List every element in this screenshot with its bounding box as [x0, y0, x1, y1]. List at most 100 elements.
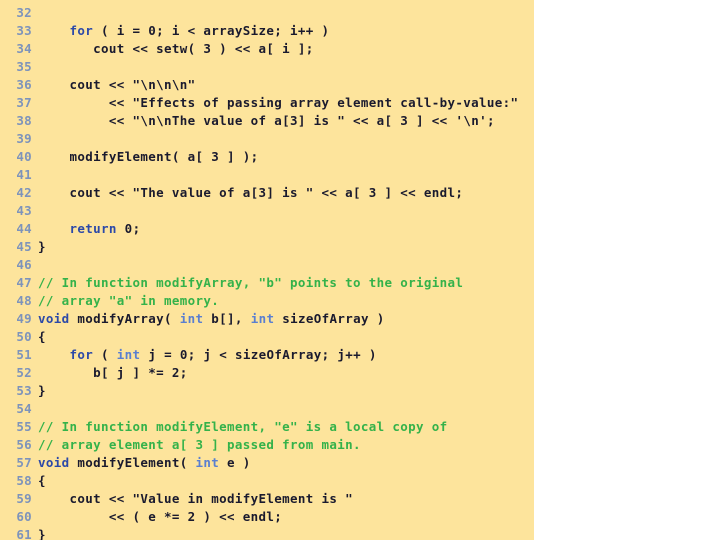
line-number: 34 — [16, 41, 32, 56]
line-code: cout << "The value of a[3] is " << a[ 3 … — [38, 184, 463, 202]
token-type: int — [250, 311, 275, 326]
code-line[interactable]: 32 — [8, 4, 528, 22]
code-line[interactable]: 50 { — [8, 328, 528, 346]
code-line[interactable]: 41 — [8, 166, 528, 184]
line-number: 35 — [16, 59, 32, 74]
token-plain: << a[ 3 ] << endl; — [313, 185, 464, 200]
code-line[interactable]: 60 << ( e *= 2 ) << endl; — [8, 508, 528, 526]
token-plain: ( i = 0; i < arraySize; i++ ) — [93, 23, 330, 38]
line-code: void modifyArray( int b[], int sizeOfArr… — [38, 310, 385, 328]
code-line[interactable]: 53} — [8, 382, 528, 400]
token-num: 0 — [124, 221, 133, 236]
code-line[interactable]: 38 << "\n\nThe value of a[3] is " << a[ … — [8, 112, 528, 130]
line-number: 45 — [16, 239, 32, 254]
code-line[interactable]: 58 { — [8, 472, 528, 490]
code-line[interactable]: 46 — [8, 256, 528, 274]
token-plain: ; — [132, 221, 141, 236]
line-code: << "Effects of passing array element cal… — [38, 94, 518, 112]
token-plain: cout << — [38, 185, 133, 200]
line-code: << ( e *= 2 ) << endl; — [38, 508, 282, 526]
line-code: // array element a[ 3 ] passed from main… — [38, 436, 361, 454]
line-code: cout << setw( 3 ) << a[ i ]; — [38, 40, 314, 58]
line-number: 61 — [16, 527, 32, 540]
code-lines-container: 32 33 for ( i = 0; i < arraySize; i++ ) 34… — [8, 4, 528, 540]
line-number: 36 — [16, 77, 32, 92]
code-line[interactable]: 34 cout << setw( 3 ) << a[ i ]; — [8, 40, 528, 58]
line-code: { — [38, 472, 46, 490]
token-plain: ( — [93, 347, 117, 362]
line-code: modifyElement( a[ 3 ] ); — [38, 148, 259, 166]
token-plain: } — [38, 383, 46, 398]
code-line[interactable]: 40 modifyElement( a[ 3 ] ); — [8, 148, 528, 166]
token-plain: << ( e *= 2 ) << endl; — [38, 509, 283, 524]
line-number: 40 — [16, 149, 32, 164]
line-number: 54 — [16, 401, 32, 416]
token-plain: modifyElement( a[ 3 ] ); — [38, 149, 259, 164]
code-line[interactable]: 56 // array element a[ 3 ] passed from ma… — [8, 436, 528, 454]
code-line[interactable]: 44 return 0; — [8, 220, 528, 238]
code-panel: 32 33 for ( i = 0; i < arraySize; i++ ) 34… — [0, 0, 534, 540]
code-line[interactable]: 52 b[ j ] *= 2; — [8, 364, 528, 382]
token-kw: for — [69, 347, 94, 362]
token-kw: void — [38, 455, 70, 470]
token-kw: for — [69, 23, 94, 38]
line-number: 60 — [16, 509, 32, 524]
line-code: cout << "\n\n\n" — [38, 76, 196, 94]
line-code: cout << "Value in modifyElement is " — [38, 490, 353, 508]
code-line[interactable]: 39 — [8, 130, 528, 148]
code-line[interactable]: 61} — [8, 526, 528, 540]
token-plain: ; — [486, 113, 495, 128]
token-plain: } — [38, 239, 46, 254]
token-plain: { — [38, 473, 46, 488]
token-plain: { — [38, 329, 46, 344]
code-line[interactable]: 48 // array "a" in memory. — [8, 292, 528, 310]
token-str: "Value in modifyElement is " — [132, 491, 354, 506]
token-str: "\n\nThe value of a[3] is " — [132, 113, 346, 128]
token-plain: b[], — [203, 311, 251, 326]
code-line[interactable]: 54 — [8, 400, 528, 418]
code-line[interactable]: 36 cout << "\n\n\n" — [8, 76, 528, 94]
code-line[interactable]: 59 cout << "Value in modifyElement is " — [8, 490, 528, 508]
line-code: // In function modifyArray, "b" points t… — [38, 274, 463, 292]
code-line[interactable]: 43 — [8, 202, 528, 220]
token-plain: j = 0; j < sizeOfArray; j++ ) — [140, 347, 377, 362]
token-plain: << — [38, 113, 133, 128]
line-number: 59 — [16, 491, 32, 506]
line-number: 43 — [16, 203, 32, 218]
line-number: 58 — [16, 473, 32, 488]
line-number: 56 — [16, 437, 32, 452]
code-listing-page: 32 33 for ( i = 0; i < arraySize; i++ ) 34… — [0, 0, 720, 540]
code-line[interactable]: 51 for ( int j = 0; j < sizeOfArray; j++… — [8, 346, 528, 364]
token-comment: // In function modifyArray, "b" points t… — [38, 275, 464, 290]
line-code: for ( i = 0; i < arraySize; i++ ) — [38, 22, 330, 40]
code-line[interactable]: 42 cout << "The value of a[3] is " << a[… — [8, 184, 528, 202]
code-line[interactable]: 55 // In function modifyElement, "e" is a… — [8, 418, 528, 436]
token-str: "The value of a[3] is " — [132, 185, 314, 200]
line-code: } — [38, 382, 46, 400]
token-kw: return — [69, 221, 117, 236]
token-plain: cout << — [38, 491, 133, 506]
token-plain: modifyArray( — [69, 311, 180, 326]
code-line[interactable]: 33 for ( i = 0; i < arraySize; i++ ) — [8, 22, 528, 40]
code-line[interactable]: 57 void modifyElement( int e ) — [8, 454, 528, 472]
token-comment: // array element a[ 3 ] passed from main… — [38, 437, 361, 452]
line-number: 48 — [16, 293, 32, 308]
code-line[interactable]: 35 — [8, 58, 528, 76]
token-plain: cout << — [38, 77, 133, 92]
code-line[interactable]: 47 // In function modifyArray, "b" points… — [8, 274, 528, 292]
code-line[interactable]: 37 << "Effects of passing array element … — [8, 94, 528, 112]
code-line[interactable]: 45} — [8, 238, 528, 256]
line-number: 44 — [16, 221, 32, 236]
line-code: b[ j ] *= 2; — [38, 364, 188, 382]
token-comment: // In function modifyElement, "e" is a l… — [38, 419, 448, 434]
code-line[interactable]: 49 void modifyArray( int b[], int sizeOfA… — [8, 310, 528, 328]
token-plain: sizeOfArray ) — [274, 311, 385, 326]
token-type: int — [179, 311, 204, 326]
token-plain: b[ j ] *= 2; — [38, 365, 188, 380]
line-number: 57 — [16, 455, 32, 470]
line-code: } — [38, 526, 46, 540]
